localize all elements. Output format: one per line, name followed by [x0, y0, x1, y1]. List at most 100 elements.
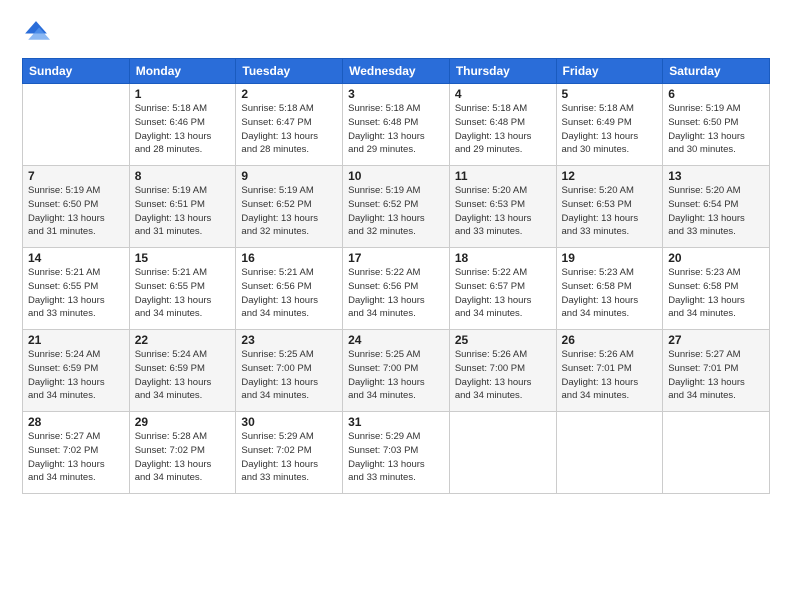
day-info: Sunrise: 5:20 AMSunset: 6:53 PMDaylight:… [562, 184, 658, 239]
calendar-cell: 11Sunrise: 5:20 AMSunset: 6:53 PMDayligh… [449, 166, 556, 248]
day-info: Sunrise: 5:18 AMSunset: 6:47 PMDaylight:… [241, 102, 337, 157]
day-info: Sunrise: 5:27 AMSunset: 7:01 PMDaylight:… [668, 348, 764, 403]
calendar-cell: 20Sunrise: 5:23 AMSunset: 6:58 PMDayligh… [663, 248, 770, 330]
day-number: 26 [562, 333, 658, 347]
calendar-cell: 19Sunrise: 5:23 AMSunset: 6:58 PMDayligh… [556, 248, 663, 330]
day-number: 25 [455, 333, 551, 347]
weekday-header-friday: Friday [556, 59, 663, 84]
day-info: Sunrise: 5:20 AMSunset: 6:53 PMDaylight:… [455, 184, 551, 239]
week-row-1: 1Sunrise: 5:18 AMSunset: 6:46 PMDaylight… [23, 84, 770, 166]
calendar-cell: 6Sunrise: 5:19 AMSunset: 6:50 PMDaylight… [663, 84, 770, 166]
week-row-3: 14 Sunrise: 5:21 AMSunset: 6:55 PMDayligh… [23, 248, 770, 330]
calendar-cell: 28Sunrise: 5:27 AMSunset: 7:02 PMDayligh… [23, 412, 130, 494]
day-info: Sunrise: 5:19 AMSunset: 6:52 PMDaylight:… [241, 184, 337, 239]
day-info: Sunrise: 5:26 AMSunset: 7:00 PMDaylight:… [455, 348, 551, 403]
calendar-cell: 22Sunrise: 5:24 AMSunset: 6:59 PMDayligh… [129, 330, 236, 412]
day-info: Sunrise: 5:26 AMSunset: 7:01 PMDaylight:… [562, 348, 658, 403]
day-number: 11 [455, 169, 551, 183]
day-number: 7 [28, 169, 124, 183]
day-number: 22 [135, 333, 231, 347]
day-number: 6 [668, 87, 764, 101]
calendar-cell: 31Sunrise: 5:29 AMSunset: 7:03 PMDayligh… [343, 412, 450, 494]
day-number: 15 [135, 251, 231, 265]
calendar-cell: 15Sunrise: 5:21 AMSunset: 6:55 PMDayligh… [129, 248, 236, 330]
day-info: Sunrise: 5:24 AMSunset: 6:59 PMDaylight:… [28, 348, 124, 403]
page: SundayMondayTuesdayWednesdayThursdayFrid… [0, 0, 792, 612]
day-number: 28 [28, 415, 124, 429]
day-number: 3 [348, 87, 444, 101]
day-info: Sunrise: 5:19 AMSunset: 6:50 PMDaylight:… [668, 102, 764, 157]
calendar-cell: 9Sunrise: 5:19 AMSunset: 6:52 PMDaylight… [236, 166, 343, 248]
day-number: 14 [28, 251, 124, 265]
logo-icon [22, 18, 50, 46]
calendar-cell: 10Sunrise: 5:19 AMSunset: 6:52 PMDayligh… [343, 166, 450, 248]
day-number: 21 [28, 333, 124, 347]
day-info: Sunrise: 5:18 AMSunset: 6:46 PMDaylight:… [135, 102, 231, 157]
day-info: Sunrise: 5:24 AMSunset: 6:59 PMDaylight:… [135, 348, 231, 403]
day-number: 29 [135, 415, 231, 429]
day-info: Sunrise: 5:21 AMSunset: 6:56 PMDaylight:… [241, 266, 337, 321]
day-number: 1 [135, 87, 231, 101]
day-number: 4 [455, 87, 551, 101]
day-number: 27 [668, 333, 764, 347]
day-info: Sunrise: 5:23 AMSunset: 6:58 PMDaylight:… [668, 266, 764, 321]
calendar-cell: 18Sunrise: 5:22 AMSunset: 6:57 PMDayligh… [449, 248, 556, 330]
day-info: Sunrise: 5:27 AMSunset: 7:02 PMDaylight:… [28, 430, 124, 485]
day-number: 31 [348, 415, 444, 429]
calendar-cell: 17Sunrise: 5:22 AMSunset: 6:56 PMDayligh… [343, 248, 450, 330]
calendar-cell: 12Sunrise: 5:20 AMSunset: 6:53 PMDayligh… [556, 166, 663, 248]
calendar-cell: 13Sunrise: 5:20 AMSunset: 6:54 PMDayligh… [663, 166, 770, 248]
day-info: Sunrise: 5:22 AMSunset: 6:56 PMDaylight:… [348, 266, 444, 321]
calendar-cell: 2Sunrise: 5:18 AMSunset: 6:47 PMDaylight… [236, 84, 343, 166]
calendar-cell: 24Sunrise: 5:25 AMSunset: 7:00 PMDayligh… [343, 330, 450, 412]
week-row-5: 28Sunrise: 5:27 AMSunset: 7:02 PMDayligh… [23, 412, 770, 494]
day-number: 16 [241, 251, 337, 265]
day-info: Sunrise: 5:28 AMSunset: 7:02 PMDaylight:… [135, 430, 231, 485]
day-number: 23 [241, 333, 337, 347]
day-info: Sunrise: 5:18 AMSunset: 6:48 PMDaylight:… [348, 102, 444, 157]
weekday-header-tuesday: Tuesday [236, 59, 343, 84]
weekday-header-saturday: Saturday [663, 59, 770, 84]
day-number: 5 [562, 87, 658, 101]
day-info: Sunrise: 5:25 AMSunset: 7:00 PMDaylight:… [241, 348, 337, 403]
day-info: Sunrise: 5:18 AMSunset: 6:48 PMDaylight:… [455, 102, 551, 157]
calendar-cell [449, 412, 556, 494]
day-info: Sunrise: 5:23 AMSunset: 6:58 PMDaylight:… [562, 266, 658, 321]
weekday-header-sunday: Sunday [23, 59, 130, 84]
day-number: 8 [135, 169, 231, 183]
day-info: Sunrise: 5:20 AMSunset: 6:54 PMDaylight:… [668, 184, 764, 239]
day-info: Sunrise: 5:19 AMSunset: 6:52 PMDaylight:… [348, 184, 444, 239]
calendar-cell [23, 84, 130, 166]
logo [22, 18, 54, 46]
header [22, 18, 770, 46]
day-number: 24 [348, 333, 444, 347]
day-number: 19 [562, 251, 658, 265]
calendar-cell: 7Sunrise: 5:19 AMSunset: 6:50 PMDaylight… [23, 166, 130, 248]
day-number: 20 [668, 251, 764, 265]
calendar-cell: 1Sunrise: 5:18 AMSunset: 6:46 PMDaylight… [129, 84, 236, 166]
calendar-cell: 26Sunrise: 5:26 AMSunset: 7:01 PMDayligh… [556, 330, 663, 412]
calendar-cell: 3Sunrise: 5:18 AMSunset: 6:48 PMDaylight… [343, 84, 450, 166]
day-number: 17 [348, 251, 444, 265]
calendar-cell: 21Sunrise: 5:24 AMSunset: 6:59 PMDayligh… [23, 330, 130, 412]
calendar-cell: 4Sunrise: 5:18 AMSunset: 6:48 PMDaylight… [449, 84, 556, 166]
weekday-header-wednesday: Wednesday [343, 59, 450, 84]
calendar-cell: 23Sunrise: 5:25 AMSunset: 7:00 PMDayligh… [236, 330, 343, 412]
calendar-cell: 8Sunrise: 5:19 AMSunset: 6:51 PMDaylight… [129, 166, 236, 248]
week-row-4: 21Sunrise: 5:24 AMSunset: 6:59 PMDayligh… [23, 330, 770, 412]
day-number: 30 [241, 415, 337, 429]
day-info: Sunrise: 5:22 AMSunset: 6:57 PMDaylight:… [455, 266, 551, 321]
calendar-cell: 30Sunrise: 5:29 AMSunset: 7:02 PMDayligh… [236, 412, 343, 494]
calendar-cell: 27Sunrise: 5:27 AMSunset: 7:01 PMDayligh… [663, 330, 770, 412]
week-row-2: 7Sunrise: 5:19 AMSunset: 6:50 PMDaylight… [23, 166, 770, 248]
day-info: Sunrise: 5:21 AMSunset: 6:55 PMDaylight:… [135, 266, 231, 321]
day-info: Sunrise: 5:19 AMSunset: 6:50 PMDaylight:… [28, 184, 124, 239]
day-info: Sunrise: 5:25 AMSunset: 7:00 PMDaylight:… [348, 348, 444, 403]
day-number: 10 [348, 169, 444, 183]
calendar-cell: 5Sunrise: 5:18 AMSunset: 6:49 PMDaylight… [556, 84, 663, 166]
day-number: 13 [668, 169, 764, 183]
day-info: Sunrise: 5:19 AMSunset: 6:51 PMDaylight:… [135, 184, 231, 239]
day-info: Sunrise: 5:29 AMSunset: 7:02 PMDaylight:… [241, 430, 337, 485]
calendar-cell [663, 412, 770, 494]
weekday-header-monday: Monday [129, 59, 236, 84]
